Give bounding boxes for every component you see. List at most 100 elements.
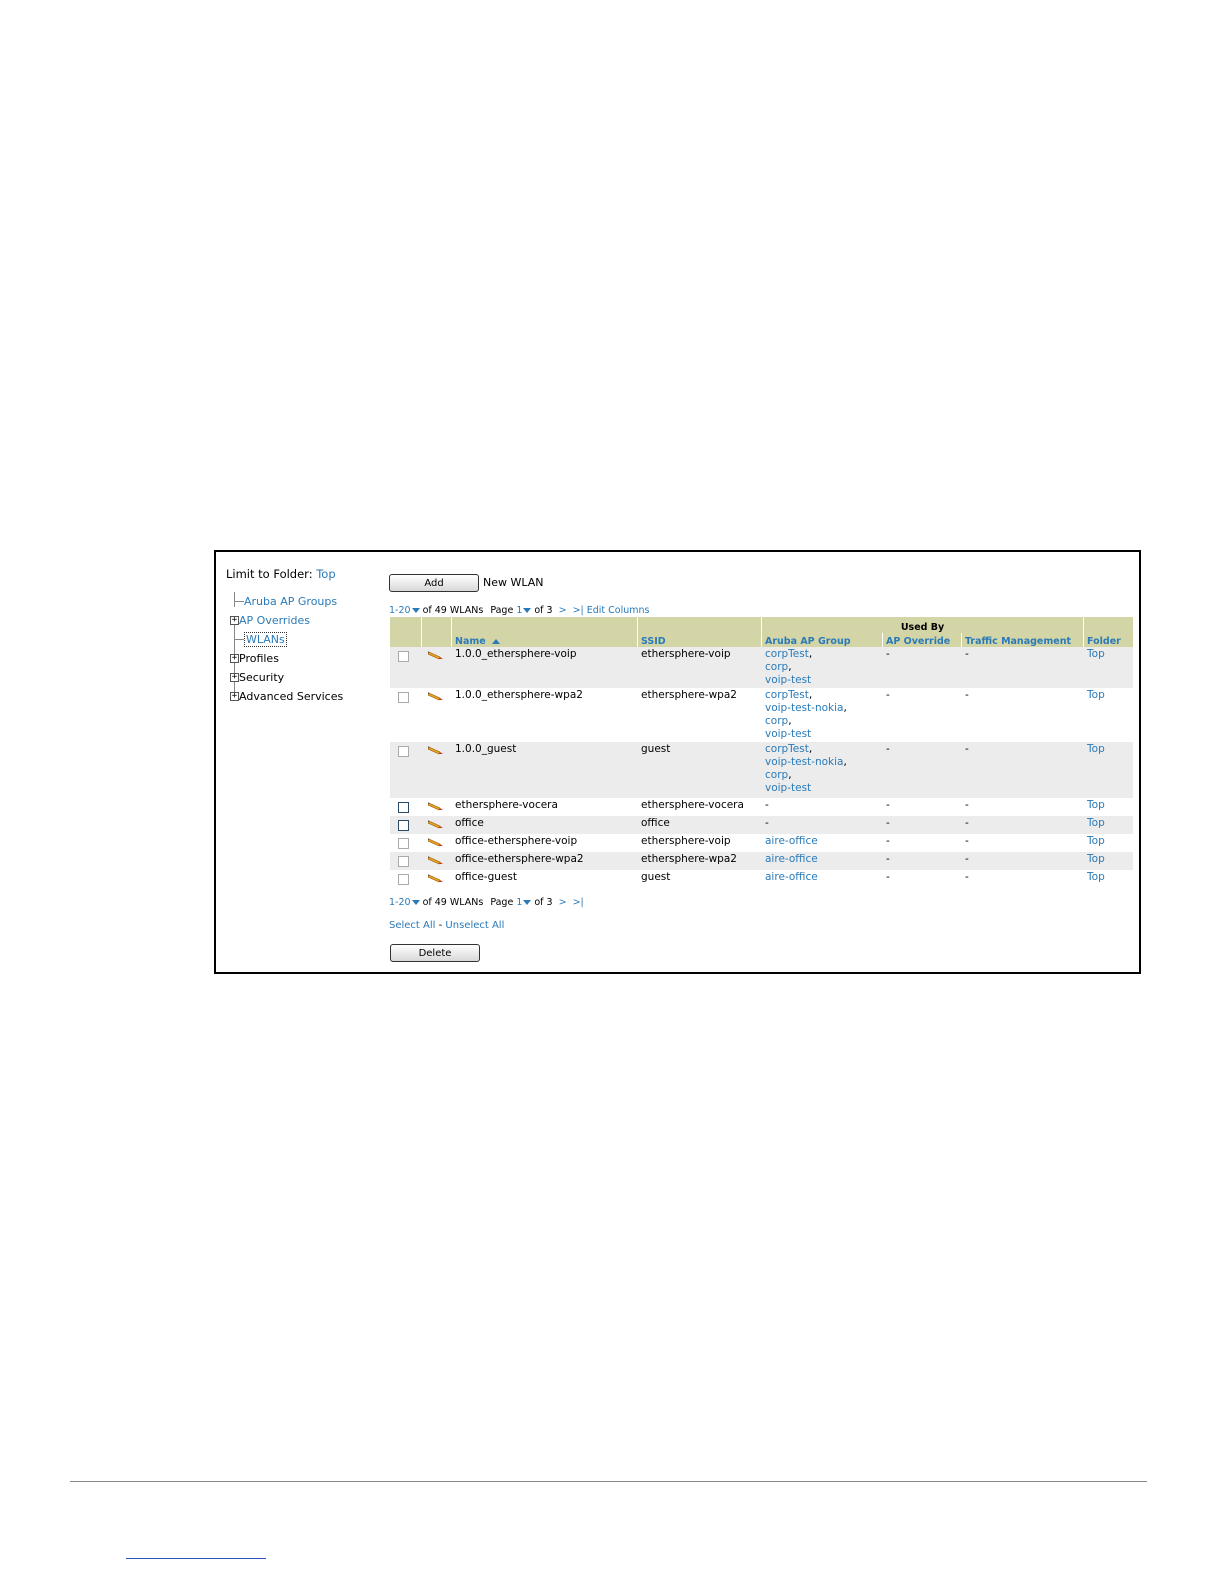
aruba-ap-group-column-header[interactable]: Aruba AP Group — [761, 633, 883, 647]
edit-pencil-icon[interactable] — [428, 873, 444, 883]
table-row[interactable]: office office - - - Top — [389, 816, 1133, 834]
edit-pencil-icon[interactable] — [428, 837, 444, 847]
row-checkbox[interactable] — [398, 856, 409, 867]
ap-group-link[interactable]: voip-test-nokia — [765, 756, 843, 768]
folder-link[interactable]: Top — [1087, 871, 1105, 883]
expand-icon[interactable]: + — [230, 691, 239, 701]
ap-group-link[interactable]: corp — [765, 769, 788, 781]
ap-group-link[interactable]: aire-office — [765, 853, 818, 865]
footer-link-underline — [126, 1558, 266, 1559]
edit-pencil-icon[interactable] — [428, 745, 444, 755]
ap-group-link[interactable]: voip-test — [765, 782, 811, 794]
ssid-cell: ethersphere-voip — [637, 834, 762, 852]
ap-override-cell: - — [882, 834, 962, 852]
row-checkbox[interactable] — [398, 651, 409, 662]
ap-override-column-header[interactable]: AP Override — [882, 633, 962, 647]
folder-link[interactable]: Top — [1087, 817, 1105, 829]
table-row[interactable]: 1.0.0_guest guest corpTest, voip-test-nokia… — [389, 742, 1133, 798]
row-checkbox[interactable] — [398, 746, 409, 757]
name-column-header[interactable]: Name — [451, 617, 638, 647]
select-all-link[interactable]: Select All — [389, 920, 435, 931]
folder-link[interactable]: Top — [1087, 689, 1105, 701]
pager-top: 1-20 of 49 WLANs Page 1 of 3 > >| Edit C… — [389, 605, 649, 616]
edit-pencil-icon[interactable] — [428, 819, 444, 829]
unselect-all-link[interactable]: Unselect All — [445, 920, 504, 931]
last-page-button[interactable]: >| — [573, 605, 584, 616]
edit-pencil-icon[interactable] — [428, 650, 444, 660]
page-select[interactable]: 1 — [516, 897, 532, 908]
expand-icon[interactable]: + — [230, 672, 239, 682]
row-checkbox[interactable] — [398, 874, 409, 885]
table-row[interactable]: 1.0.0_ethersphere-voip ethersphere-voip co… — [389, 647, 1133, 688]
wlan-list-panel: Limit to Folder: Top Aruba AP Groups + A… — [214, 550, 1141, 974]
dropdown-arrow-icon[interactable] — [411, 900, 420, 905]
tree-item-security[interactable]: + Security — [230, 669, 284, 685]
next-page-button[interactable]: > — [559, 897, 567, 908]
select-column-header — [389, 617, 422, 647]
row-checkbox[interactable] — [398, 692, 409, 703]
ap-group-link[interactable]: corpTest — [765, 743, 809, 755]
range-select[interactable]: 1-20 — [389, 605, 420, 616]
row-checkbox[interactable] — [398, 820, 409, 831]
tree-item-label[interactable]: AP Overrides — [239, 614, 310, 627]
edit-pencil-icon[interactable] — [428, 691, 444, 701]
ap-group-link[interactable]: aire-office — [765, 871, 818, 883]
tree-item-advanced-services[interactable]: + Advanced Services — [230, 688, 343, 704]
edit-pencil-icon[interactable] — [428, 855, 444, 865]
tree-item-ap-overrides[interactable]: + AP Overrides — [230, 612, 310, 628]
ap-group-link[interactable]: corp — [765, 661, 788, 673]
folder-cell: Top — [1083, 852, 1133, 870]
delete-button[interactable]: Delete — [390, 944, 480, 962]
folder-link[interactable]: Top — [1087, 743, 1105, 755]
ap-group-link[interactable]: voip-test — [765, 728, 811, 740]
folder-column-header[interactable]: Folder — [1083, 617, 1133, 647]
tree-item-profiles[interactable]: + Profiles — [230, 650, 279, 666]
traffic-management-cell: - — [961, 834, 1084, 852]
table-row[interactable]: 1.0.0_ethersphere-wpa2 ethersphere-wpa2 co… — [389, 688, 1133, 742]
ap-group-link[interactable]: voip-test-nokia — [765, 702, 843, 714]
page-select[interactable]: 1 — [516, 605, 532, 616]
next-page-button[interactable]: > — [559, 605, 567, 616]
table-row[interactable]: office-guest guest aire-office - - Top — [389, 870, 1133, 888]
folder-link[interactable]: Top — [1087, 835, 1105, 847]
ap-group-link[interactable]: corp — [765, 715, 788, 727]
dropdown-arrow-icon[interactable] — [411, 608, 420, 613]
dropdown-arrow-icon[interactable] — [523, 608, 532, 613]
tree-item-wlans[interactable]: WLANs — [230, 631, 287, 647]
edit-column-header — [421, 617, 452, 647]
table-row[interactable]: ethersphere-vocera ethersphere-vocera - - - T… — [389, 798, 1133, 816]
tree-item-aruba-ap-groups[interactable]: Aruba AP Groups — [230, 593, 337, 609]
range-select[interactable]: 1-20 — [389, 897, 420, 908]
tree-item-label[interactable]: Advanced Services — [239, 690, 343, 703]
row-checkbox[interactable] — [398, 838, 409, 849]
tree-branch — [235, 638, 244, 640]
ap-group-link[interactable]: corpTest — [765, 648, 809, 660]
last-page-button[interactable]: >| — [573, 897, 584, 908]
ap-group-link[interactable]: voip-test — [765, 674, 811, 686]
folder-link[interactable]: Top — [1087, 648, 1105, 660]
tree-item-label[interactable]: Profiles — [239, 652, 279, 665]
traffic-management-cell: - — [961, 852, 1084, 870]
folder-link[interactable]: Top — [1087, 799, 1105, 811]
ap-group-link[interactable]: corpTest — [765, 689, 809, 701]
dropdown-arrow-icon[interactable] — [523, 900, 532, 905]
edit-pencil-icon[interactable] — [428, 801, 444, 811]
limit-folder-link[interactable]: Top — [316, 567, 335, 581]
traffic-management-column-header[interactable]: Traffic Management — [960, 633, 1084, 647]
tree-item-label[interactable]: Security — [239, 671, 284, 684]
table-row[interactable]: office-ethersphere-wpa2 ethersphere-wpa2 a… — [389, 852, 1133, 870]
tree-item-label[interactable]: Aruba AP Groups — [244, 595, 337, 608]
ap-group-cell: - — [761, 816, 883, 834]
edit-columns-link[interactable]: Edit Columns — [587, 605, 650, 616]
expand-icon[interactable]: + — [230, 615, 239, 625]
add-button[interactable]: Add — [389, 574, 479, 592]
table-row[interactable]: office-ethersphere-voip ethersphere-voip a… — [389, 834, 1133, 852]
row-edit-cell — [421, 742, 452, 798]
expand-icon[interactable]: + — [230, 653, 239, 663]
sort-ascending-icon[interactable] — [491, 639, 500, 644]
ssid-column-header[interactable]: SSID — [637, 617, 762, 647]
row-checkbox[interactable] — [398, 802, 409, 813]
ap-group-link[interactable]: aire-office — [765, 835, 818, 847]
folder-link[interactable]: Top — [1087, 853, 1105, 865]
tree-item-label[interactable]: WLANs — [244, 631, 287, 647]
